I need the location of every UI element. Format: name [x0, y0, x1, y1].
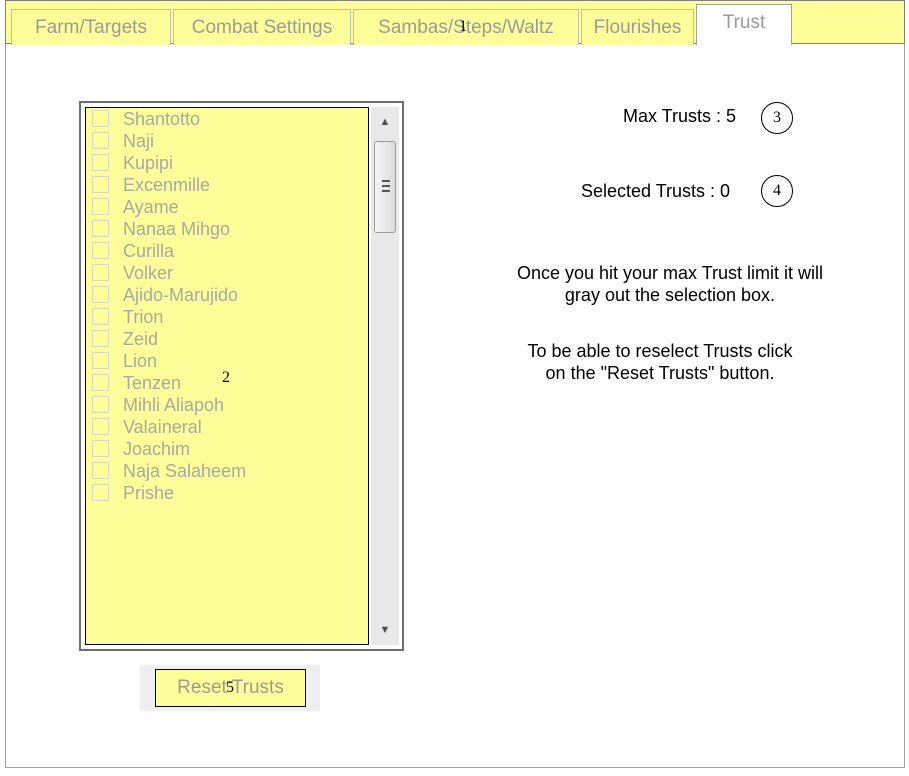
annotation-marker-4: 4 [761, 175, 793, 207]
trust-checkbox[interactable] [92, 242, 109, 259]
trust-checkbox[interactable] [92, 484, 109, 501]
trust-item-label: Prishe [123, 483, 175, 503]
trust-item-label: Volker [123, 263, 174, 283]
trust-item-label: Valaineral [123, 417, 202, 437]
annotation-marker-2: 2 [222, 369, 230, 386]
tab-farm-targets[interactable]: Farm/Targets [11, 9, 171, 45]
trust-checkbox[interactable] [92, 132, 109, 149]
tab-combat-settings[interactable]: Combat Settings [173, 9, 351, 45]
trust-checkbox[interactable] [92, 352, 109, 369]
trust-item-label: Curilla [123, 241, 175, 261]
trust-item-label: Ayame [123, 197, 179, 217]
scroll-down-arrow-icon[interactable]: ▼ [371, 615, 399, 645]
grip-icon [382, 180, 390, 192]
trust-checkbox[interactable] [92, 110, 109, 127]
scroll-up-arrow-icon[interactable]: ▲ [371, 107, 399, 137]
trust-item-label: Joachim [123, 439, 191, 459]
trust-item-label: Kupipi [123, 153, 174, 173]
trust-checkbox[interactable] [92, 220, 109, 237]
trust-item-label: Tenzen [123, 373, 182, 393]
trust-item-label: Trion [123, 307, 164, 327]
vertical-scrollbar[interactable]: ▲ ▼ [371, 107, 399, 645]
trust-item-label: Excenmille [123, 175, 211, 195]
trust-checkbox[interactable] [92, 440, 109, 457]
info-line-1: Once you hit your max Trust limit it wil… [516, 263, 824, 283]
trust-item-label: Naji [123, 131, 155, 151]
trust-item-label: Ajido-Marujido [123, 285, 239, 305]
trust-checklist[interactable]: Shantotto Naji Kupipi Excenmille Ayame Nanaa … [79, 101, 404, 651]
trust-checkbox[interactable] [92, 418, 109, 435]
scrollbar-thumb[interactable] [374, 141, 396, 233]
trust-checkbox[interactable] [92, 154, 109, 171]
trust-checkbox[interactable] [92, 286, 109, 303]
trust-item-label: Shantotto [123, 109, 201, 129]
trust-item-label: Lion [123, 351, 158, 371]
tab-strip: Farm/Targets Combat Settings Sambas/Step… [5, 0, 905, 45]
info-line-3: To be able to reselect Trusts click [527, 341, 793, 361]
info-line-2: gray out the selection box. [564, 285, 776, 305]
trust-item-label: Zeid [123, 329, 159, 349]
trust-item-label: Naja Salaheem [123, 461, 247, 481]
info-text-reset: To be able to reselect Trusts click on t… [465, 340, 855, 384]
selected-trusts-label: Selected Trusts : 0 [581, 181, 731, 201]
tab-flourishes[interactable]: Flourishes [581, 9, 694, 45]
trust-checkbox[interactable] [92, 374, 109, 391]
info-line-4: on the "Reset Trusts" button. [545, 363, 775, 383]
trust-checkbox[interactable] [92, 176, 109, 193]
annotation-marker-3: 3 [761, 102, 793, 134]
trust-checkbox[interactable] [92, 308, 109, 325]
max-trusts-label: Max Trusts : 5 [623, 106, 737, 126]
trust-item-label: Nanaa Mihgo [123, 219, 231, 239]
trust-checkbox[interactable] [92, 330, 109, 347]
tab-trust[interactable]: Trust [696, 4, 792, 45]
annotation-marker-5: 5 [226, 679, 234, 696]
trust-checkbox[interactable] [92, 462, 109, 479]
annotation-marker-1: 1 [459, 18, 467, 35]
info-text-limit: Once you hit your max Trust limit it wil… [470, 262, 870, 306]
trust-checkbox[interactable] [92, 264, 109, 281]
trust-checkbox[interactable] [92, 198, 109, 215]
trust-item-label: Mihli Aliapoh [123, 395, 225, 415]
trust-checkbox[interactable] [92, 396, 109, 413]
